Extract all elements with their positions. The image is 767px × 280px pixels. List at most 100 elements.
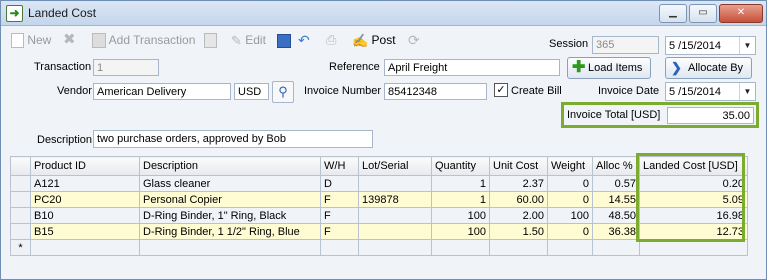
table-cell[interactable]: 0 [547, 223, 593, 240]
calculator-icon [92, 33, 106, 49]
table-cell[interactable]: D-Ring Binder, 1" Ring, Black [139, 207, 321, 224]
arrow-right-icon: ❯ [671, 60, 682, 75]
table-cell[interactable]: 0 [547, 191, 593, 208]
row-selector[interactable] [10, 191, 31, 208]
description-input[interactable]: two purchase orders, approved by Bob [93, 130, 373, 148]
invoice-number-input[interactable]: 85412348 [384, 83, 487, 100]
session-field[interactable]: 365 [592, 36, 659, 54]
allocate-by-button[interactable]: ❯ Allocate By [665, 57, 752, 79]
delete-icon[interactable]: ✖ [63, 32, 76, 48]
vendor-input[interactable]: American Delivery [93, 83, 231, 100]
table-cell[interactable]: 139878 [358, 191, 432, 208]
window-title: Landed Cost [28, 6, 97, 20]
save-icon[interactable] [277, 32, 291, 48]
invoice-number-label: Invoice Number [304, 85, 382, 97]
table-cell[interactable]: 100 [431, 207, 490, 224]
plus-icon: ✚ [572, 59, 586, 76]
table-cell[interactable] [358, 239, 432, 256]
pencil-icon: ✎ [231, 32, 242, 48]
table-cell[interactable]: 0.57 [592, 175, 640, 192]
table-cell[interactable]: B15 [30, 223, 140, 240]
table-cell[interactable] [320, 239, 359, 256]
table-cell[interactable]: 2.37 [489, 175, 548, 192]
table-cell[interactable]: F [320, 207, 359, 224]
table-cell[interactable]: F [320, 191, 359, 208]
table-cell[interactable]: 100 [547, 207, 593, 224]
invoice-total-input[interactable]: 35.00 [667, 107, 754, 124]
session-date-select[interactable]: 5 /15/2014 ▼ [665, 36, 756, 55]
printer-icon[interactable]: ⎙ [326, 32, 336, 48]
vendor-label: Vendor [57, 85, 92, 97]
table-cell[interactable]: D-Ring Binder, 1 1/2" Ring, Blue [139, 223, 321, 240]
column-header[interactable]: Unit Cost [489, 156, 548, 176]
table-cell[interactable]: Glass cleaner [139, 175, 321, 192]
table-cell[interactable] [358, 175, 432, 192]
table-cell[interactable]: 36.38 [592, 223, 640, 240]
column-header[interactable]: Description [139, 156, 321, 176]
session-date-value: 5 /15/2014 [669, 40, 721, 52]
transaction-value: 1 [97, 62, 104, 74]
row-selector[interactable] [10, 207, 31, 224]
post-button[interactable]: ✍ Post [352, 32, 396, 48]
print-preview-icon[interactable] [204, 32, 217, 49]
table-cell[interactable]: 100 [431, 223, 490, 240]
currency-field[interactable]: USD [234, 83, 269, 100]
table-cell[interactable] [30, 239, 140, 256]
create-bill-label: Create Bill [511, 85, 562, 97]
undo-icon[interactable]: ↶ [298, 32, 310, 48]
create-bill-checkbox[interactable]: ✓ [494, 83, 508, 97]
chevron-down-icon: ▼ [739, 37, 755, 54]
table-cell[interactable]: 1 [431, 191, 490, 208]
chevron-down-icon: ▼ [739, 83, 755, 100]
minimize-button[interactable]: ▁ [659, 4, 687, 23]
close-button[interactable]: ✕ [719, 4, 763, 23]
row-selector[interactable] [10, 223, 31, 240]
table-cell[interactable] [489, 239, 548, 256]
reference-input[interactable]: April Freight [384, 59, 560, 76]
new-row-marker: * [10, 239, 31, 256]
column-header[interactable]: Quantity [431, 156, 490, 176]
table-cell[interactable]: 1.50 [489, 223, 548, 240]
table-cell[interactable]: F [320, 223, 359, 240]
table-cell[interactable]: 14.55 [592, 191, 640, 208]
table-cell[interactable]: A121 [30, 175, 140, 192]
edit-button[interactable]: ✎ Edit [231, 32, 266, 48]
table-cell[interactable] [358, 223, 432, 240]
edit-label: Edit [245, 33, 266, 47]
table-cell[interactable] [592, 239, 640, 256]
refresh-icon[interactable]: ⟳ [408, 32, 420, 48]
load-items-button[interactable]: ✚ Load Items [567, 57, 651, 79]
add-transaction-label: Add Transaction [108, 33, 196, 47]
add-transaction-button[interactable]: Add Transaction [92, 32, 196, 49]
post-label: Post [371, 33, 396, 47]
table-cell[interactable]: Personal Copier [139, 191, 321, 208]
invoice-date-select[interactable]: 5 /15/2014 ▼ [665, 82, 756, 101]
maximize-button[interactable]: ▭ [689, 4, 717, 23]
table-cell[interactable] [358, 207, 432, 224]
column-header[interactable]: Product ID [30, 156, 140, 176]
reference-label: Reference [329, 61, 380, 73]
table-cell[interactable] [139, 239, 321, 256]
allocate-by-label: Allocate By [688, 62, 744, 74]
toolbar: New ✖ Add Transaction ✎ Edit ↶ ⎙ ✍ Post … [1, 26, 766, 55]
description-label: Description [37, 134, 93, 146]
table-cell[interactable] [547, 239, 593, 256]
new-button[interactable]: New [11, 32, 51, 49]
column-header[interactable]: Lot/Serial [358, 156, 432, 176]
column-header[interactable]: Weight [547, 156, 593, 176]
table-cell[interactable]: 1 [431, 175, 490, 192]
table-cell[interactable]: 2.00 [489, 207, 548, 224]
table-cell[interactable]: 48.50 [592, 207, 640, 224]
table-cell[interactable]: D [320, 175, 359, 192]
column-header[interactable]: W/H [320, 156, 359, 176]
table-cell[interactable]: PC20 [30, 191, 140, 208]
transaction-field[interactable]: 1 [93, 59, 159, 76]
column-header[interactable]: Alloc % [592, 156, 640, 176]
table-cell[interactable]: 0 [547, 175, 593, 192]
table-cell[interactable] [431, 239, 490, 256]
app-icon: ➜ [6, 5, 23, 22]
table-cell[interactable]: B10 [30, 207, 140, 224]
vendor-search-icon[interactable]: ⚲ [272, 81, 294, 103]
row-selector[interactable] [10, 175, 31, 192]
table-cell[interactable]: 60.00 [489, 191, 548, 208]
